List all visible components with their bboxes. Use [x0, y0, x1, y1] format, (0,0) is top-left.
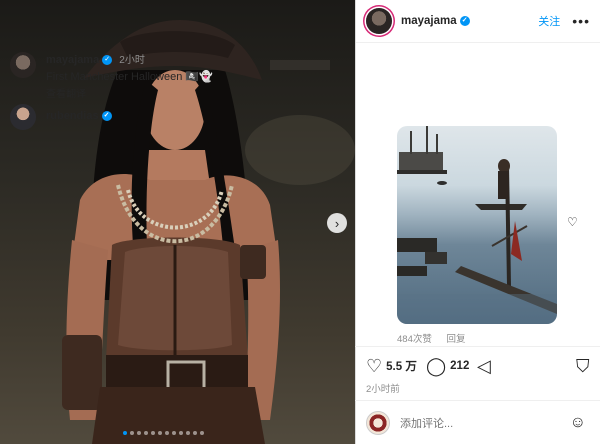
comments-count: 212 — [450, 360, 470, 372]
comment-gif-image[interactable] — [397, 126, 557, 324]
author-avatar[interactable] — [366, 8, 392, 34]
viewer-avatar — [366, 410, 390, 435]
verified-icon: ✓ — [102, 55, 113, 66]
follow-button[interactable]: 关注 — [538, 13, 560, 29]
carousel-dot — [179, 431, 183, 435]
caption-avatar[interactable] — [10, 52, 36, 78]
carousel-dot — [158, 431, 162, 435]
save-action[interactable]: ⛉ — [576, 357, 594, 375]
heart-icon: ♡ — [366, 356, 383, 376]
carousel-dot — [123, 431, 127, 435]
like-comment-heart-icon[interactable]: ♡ — [567, 215, 578, 229]
post-header: mayajama ✓ 关注 ••• — [356, 0, 600, 43]
comment-likes-count: 484次赞 — [397, 334, 432, 345]
add-comment-bar: 添加评论... ☺ — [355, 400, 600, 444]
post-actions: ♡ 5.5 万 ◯ 212 ◁ ⛉ 2小时前 — [355, 346, 600, 398]
emoji-smiley-icon[interactable]: ☺ — [570, 414, 586, 432]
share-action[interactable]: ◁ — [477, 357, 495, 375]
caption-time: 2小时 — [119, 55, 145, 66]
post-time: 2小时前 — [366, 384, 400, 395]
carousel-dots — [123, 431, 204, 435]
commenter-avatar[interactable] — [10, 104, 36, 130]
bookmark-icon: ⛉ — [576, 356, 590, 376]
see-translation-link[interactable]: 查看翻译 — [46, 85, 213, 100]
carousel-dot — [144, 431, 148, 435]
carousel-dot — [151, 431, 155, 435]
ship-gif-illustration — [397, 126, 557, 324]
like-action[interactable]: ♡ 5.5 万 — [366, 357, 417, 375]
carousel-dot — [130, 431, 134, 435]
author-username-text: mayajama — [401, 15, 457, 27]
author-username[interactable]: mayajama ✓ — [401, 15, 470, 27]
caption-username[interactable]: mayajama — [46, 54, 99, 66]
caption-text: First Manchester Halloween 🏴‍☠️👻 — [46, 71, 213, 83]
carousel-dot — [186, 431, 190, 435]
post-caption: mayajama ✓ 2小时 First Manchester Halloween… — [10, 51, 235, 100]
send-paper-plane-icon: ◁ — [477, 356, 491, 376]
reply-button[interactable]: 回复 — [447, 334, 466, 345]
comment-action[interactable]: ◯ 212 — [426, 357, 469, 375]
carousel-dot — [172, 431, 176, 435]
next-image-button[interactable]: › — [327, 213, 347, 233]
comment-bubble-icon: ◯ — [426, 356, 447, 376]
carousel-dot — [200, 431, 204, 435]
comment-item: rubendias ✓ — [10, 104, 235, 130]
verified-icon: ✓ — [459, 15, 470, 26]
comment-meta: 484次赞 回复 — [397, 331, 478, 345]
carousel-dot — [193, 431, 197, 435]
carousel-dot — [165, 431, 169, 435]
chevron-right-icon: › — [334, 215, 340, 231]
carousel-dot — [137, 431, 141, 435]
add-comment-input[interactable]: 添加评论... — [400, 415, 453, 431]
more-options-icon[interactable]: ••• — [572, 13, 590, 29]
commenter-username[interactable]: rubendias — [46, 110, 99, 122]
likes-count: 5.5 万 — [386, 361, 417, 373]
verified-icon: ✓ — [101, 111, 112, 122]
